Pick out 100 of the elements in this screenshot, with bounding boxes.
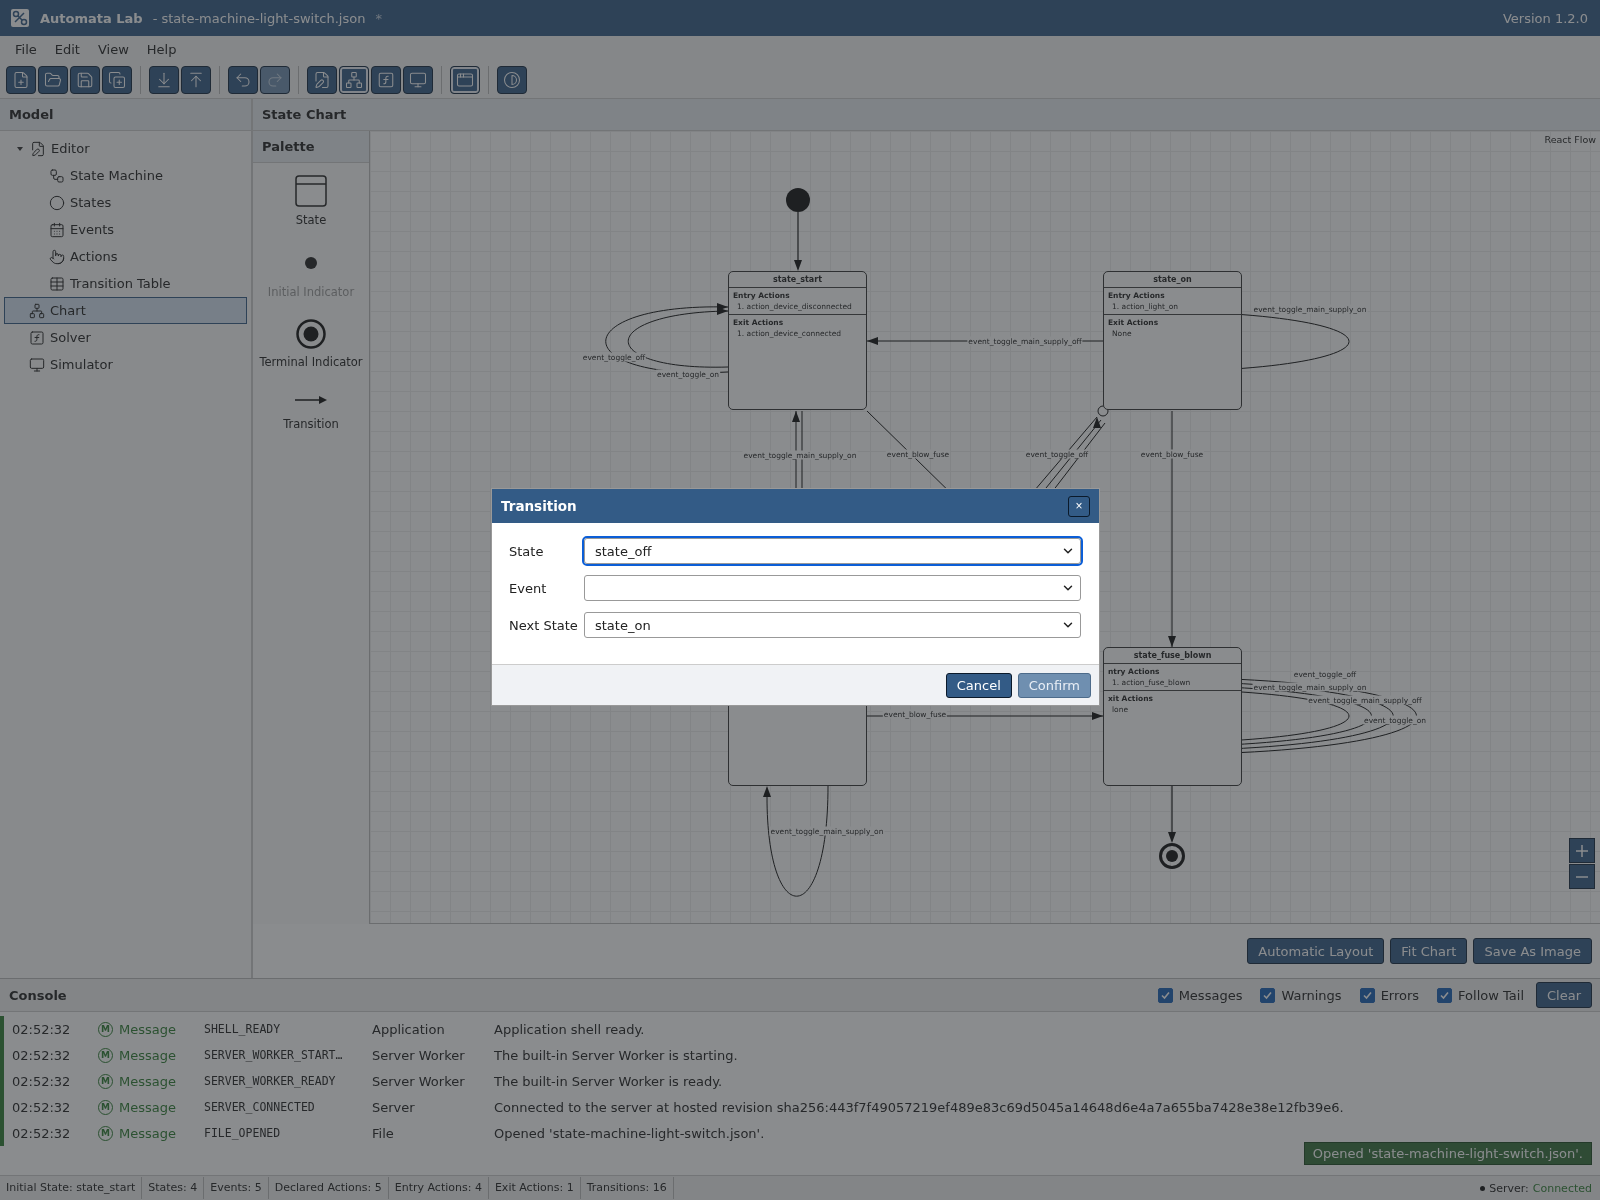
- terminal-state-node[interactable]: [1159, 843, 1185, 869]
- toolbar-button[interactable]: [339, 66, 369, 94]
- circle-icon: [49, 194, 65, 211]
- dialog-title: Transition: [501, 498, 577, 514]
- attribution-link[interactable]: React Flow: [1544, 134, 1596, 145]
- version-text: Version 1.2.0: [1503, 10, 1588, 26]
- status-item: Events: 5: [204, 1177, 269, 1199]
- menu-item[interactable]: Help: [137, 41, 186, 57]
- transition-arrow[interactable]: [794, 211, 802, 271]
- zoom-out-button[interactable]: [1569, 864, 1595, 889]
- palette-label: Transition: [283, 417, 339, 431]
- toolbar-button[interactable]: [371, 66, 401, 94]
- filter-checkbox[interactable]: Follow Tail: [1437, 987, 1524, 1003]
- status-dot: [1480, 1185, 1486, 1191]
- menu-item[interactable]: File: [6, 41, 46, 57]
- save-icon: [76, 71, 94, 89]
- tree-item[interactable]: Transition Table: [4, 270, 247, 297]
- file-edit-icon: [30, 140, 46, 157]
- window-icon: [456, 71, 474, 89]
- filter-checkbox[interactable]: Messages: [1157, 987, 1243, 1003]
- initial-state-dot[interactable]: [786, 188, 810, 212]
- folder-icon: [44, 71, 62, 89]
- contrast-icon: [503, 71, 521, 89]
- redo-icon: [266, 71, 284, 89]
- dot-icon: [305, 257, 317, 269]
- toolbar-button[interactable]: [149, 66, 179, 94]
- palette-label: Terminal Indicator: [259, 355, 363, 369]
- monitor-icon: [409, 71, 427, 89]
- log-code: FILE_OPENED: [203, 1126, 282, 1140]
- toolbar-button[interactable]: [307, 66, 337, 94]
- filter-checkbox[interactable]: Warnings: [1260, 987, 1342, 1003]
- tree-item[interactable]: Editor: [4, 135, 247, 162]
- transition-arrow[interactable]: [1168, 785, 1176, 843]
- upload-icon: [187, 71, 205, 89]
- menu-item[interactable]: Edit: [45, 41, 89, 57]
- log-message: The built-in Server Worker is ready.: [493, 1073, 724, 1089]
- function-icon: [29, 329, 45, 346]
- toolbar-button[interactable]: [102, 66, 132, 94]
- log-source: Server: [371, 1099, 416, 1115]
- server-status: Connected: [1532, 1181, 1592, 1195]
- log-time: 02:52:32: [11, 1047, 72, 1063]
- toolbar-button[interactable]: [450, 66, 480, 94]
- tree-item[interactable]: States: [4, 189, 247, 216]
- select-field[interactable]: state_off: [584, 538, 1081, 564]
- log-code: SERVER_WORKER_READY: [203, 1074, 337, 1088]
- select-field[interactable]: [584, 575, 1081, 601]
- palette-item[interactable]: Terminal Indicator: [259, 319, 363, 369]
- toolbar-button[interactable]: [228, 66, 258, 94]
- tree-item[interactable]: Solver: [4, 324, 247, 351]
- zoom-in-button[interactable]: [1569, 838, 1595, 863]
- tree-item[interactable]: Actions: [4, 243, 247, 270]
- workflow-icon: [49, 167, 65, 184]
- log-source: Server Worker: [371, 1047, 466, 1063]
- toast-notification: Opened 'state-machine-light-switch.json'.: [1303, 1142, 1592, 1165]
- palette-item[interactable]: State: [295, 175, 327, 227]
- toolbar-button[interactable]: [403, 66, 433, 94]
- log-code: SERVER_CONNECTED: [203, 1100, 316, 1114]
- log-source: Server Worker: [371, 1073, 466, 1089]
- toolbar-button[interactable]: [497, 66, 527, 94]
- console-title: Console: [9, 987, 67, 1003]
- chart-action-button[interactable]: Save As Image: [1473, 938, 1592, 964]
- field-label: Next State: [509, 617, 579, 633]
- app-logo-icon: [10, 8, 30, 28]
- log-code: SERVER_WORKER_START…: [203, 1048, 344, 1062]
- tree-item[interactable]: Simulator: [4, 351, 247, 378]
- checkbox[interactable]: [1157, 987, 1173, 1003]
- status-item: Exit Actions: 1: [488, 1177, 581, 1199]
- tree-item[interactable]: Events: [4, 216, 247, 243]
- checkbox[interactable]: [1260, 987, 1276, 1003]
- state-title: state_on: [1104, 272, 1241, 288]
- chart-action-button[interactable]: Automatic Layout: [1247, 938, 1385, 964]
- dialog-button[interactable]: Cancel: [945, 672, 1012, 698]
- unsaved-mark: *: [375, 10, 382, 26]
- panel-header: State Chart: [253, 99, 1600, 131]
- clear-button[interactable]: Clear: [1536, 982, 1592, 1008]
- status-item: Initial State: state_start: [0, 1177, 143, 1199]
- toolbar-button[interactable]: [38, 66, 68, 94]
- new-file-icon: [12, 71, 30, 89]
- select-field[interactable]: state_on: [584, 612, 1081, 638]
- chart-action-button[interactable]: Fit Chart: [1390, 938, 1468, 964]
- status-item: Entry Actions: 4: [388, 1177, 489, 1199]
- toolbar-button[interactable]: [181, 66, 211, 94]
- file-edit-icon: [313, 71, 331, 89]
- menu-item[interactable]: View: [88, 41, 138, 57]
- field-label: Event: [509, 580, 548, 596]
- calendar-icon: [49, 221, 65, 238]
- close-button[interactable]: ×: [1068, 495, 1090, 517]
- palette-item[interactable]: Transition: [283, 389, 339, 431]
- checkbox[interactable]: [1359, 987, 1375, 1003]
- filter-checkbox[interactable]: Errors: [1359, 987, 1420, 1003]
- panel-header: Model: [0, 99, 251, 131]
- tree-item[interactable]: State Machine: [4, 162, 247, 189]
- tree-item[interactable]: Chart: [4, 297, 247, 324]
- toolbar-button[interactable]: [70, 66, 100, 94]
- toolbar-button[interactable]: [6, 66, 36, 94]
- panel-header: Palette: [253, 131, 369, 163]
- status-item: States: 4: [142, 1177, 205, 1199]
- plus-icon: [1576, 844, 1588, 857]
- checkbox[interactable]: [1437, 987, 1453, 1003]
- field-label: State: [509, 543, 545, 559]
